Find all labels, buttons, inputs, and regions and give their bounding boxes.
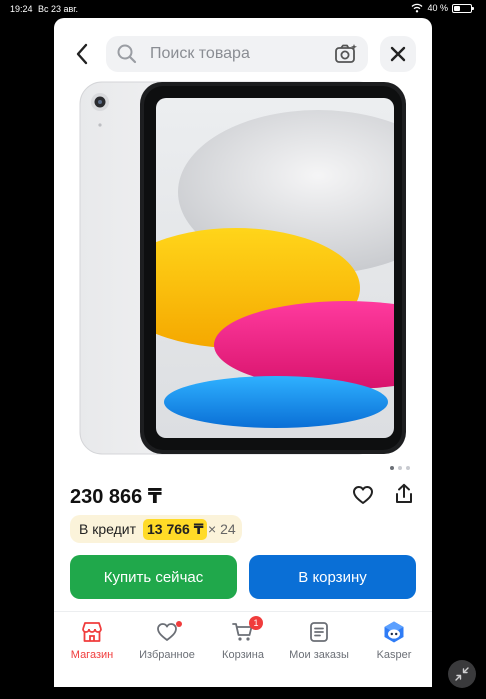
chevron-left-icon bbox=[76, 43, 88, 65]
tab-favorites[interactable]: Избранное bbox=[129, 618, 205, 668]
favorite-button[interactable] bbox=[352, 484, 374, 506]
credit-term: × 24 bbox=[208, 521, 236, 537]
tab-store[interactable]: Магазин bbox=[54, 618, 130, 668]
close-button[interactable] bbox=[380, 36, 416, 72]
add-to-cart-button[interactable]: В корзину bbox=[249, 555, 416, 599]
battery-percent: 40 % bbox=[427, 3, 448, 13]
credit-label: В кредит bbox=[79, 521, 137, 537]
credit-offer[interactable]: В кредит 13 766 ₸ × 24 bbox=[70, 515, 242, 543]
orders-icon bbox=[310, 622, 328, 642]
product-price: 230 866 ₸ bbox=[70, 486, 162, 508]
search-icon bbox=[117, 44, 137, 64]
notification-dot bbox=[176, 621, 182, 627]
store-icon bbox=[82, 622, 102, 642]
product-sheet: Поиск товара 230 866 ₸ В кредит 13 766 ₸… bbox=[54, 18, 432, 687]
minimize-icon bbox=[455, 667, 469, 681]
pager-dot bbox=[406, 466, 410, 470]
search-placeholder: Поиск товара bbox=[150, 45, 250, 62]
image-pager bbox=[390, 466, 410, 470]
share-button[interactable] bbox=[392, 482, 416, 506]
credit-amount: 13 766 ₸ bbox=[143, 519, 208, 540]
search-input[interactable]: Поиск товара bbox=[106, 36, 368, 72]
pager-dot bbox=[398, 466, 402, 470]
bottom-tab-bar: Магазин Избранное 1 Корзина Мои заказы K… bbox=[54, 611, 432, 687]
wifi-icon bbox=[412, 3, 423, 13]
back-button[interactable] bbox=[70, 42, 94, 66]
tab-label: Корзина bbox=[222, 649, 264, 661]
minimize-button[interactable] bbox=[448, 660, 476, 688]
tab-label: Мои заказы bbox=[289, 649, 349, 661]
camera-search-icon[interactable] bbox=[334, 42, 358, 66]
tab-label: Избранное bbox=[139, 649, 195, 661]
status-bar: 19:24 Вс 23 авг. 40 % bbox=[0, 0, 486, 18]
kasper-icon bbox=[384, 621, 404, 643]
close-icon bbox=[390, 46, 406, 62]
tab-kasper[interactable]: Kasper bbox=[356, 618, 432, 668]
tab-orders[interactable]: Мои заказы bbox=[281, 618, 357, 668]
product-image[interactable] bbox=[78, 80, 408, 456]
tab-label: Магазин bbox=[70, 649, 114, 661]
tab-label: Kasper bbox=[376, 649, 412, 661]
battery-icon bbox=[452, 3, 474, 13]
pager-dot bbox=[390, 466, 394, 470]
tab-cart[interactable]: 1 Корзина bbox=[205, 616, 281, 668]
status-time: 19:24 bbox=[10, 4, 33, 14]
status-date: Вс 23 авг. bbox=[38, 4, 78, 14]
top-bar: Поиск товара bbox=[54, 34, 432, 74]
cart-badge: 1 bbox=[249, 616, 263, 630]
buy-now-button[interactable]: Купить сейчас bbox=[70, 555, 237, 599]
battery-level bbox=[454, 5, 460, 11]
